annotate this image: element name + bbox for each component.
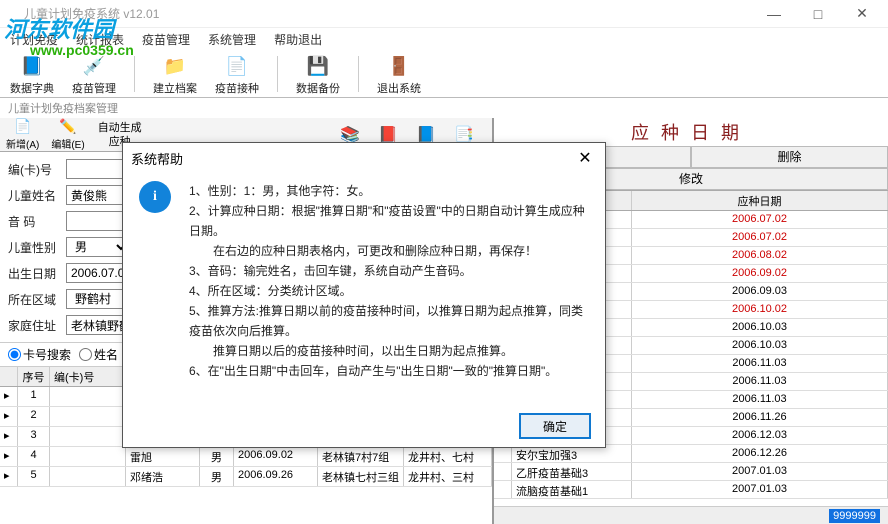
sched-del-button[interactable]: 删除 xyxy=(691,146,888,168)
dialog-text: 1、性别：1：男，其他字符：女。2、计算应种日期：根据"推算日期"和"疫苗设置"… xyxy=(189,181,589,397)
window-title: 儿童计划免疫系统 v12.01 xyxy=(4,5,752,22)
schedule-row[interactable]: 流脑疫苗基础12007.01.03 xyxy=(494,481,888,499)
tb-vaccinate[interactable]: 📄疫苗接种 xyxy=(211,54,263,96)
maximize-button[interactable]: □ xyxy=(796,0,840,28)
lbl-name: 儿童姓名 xyxy=(8,187,60,204)
table-row[interactable]: ▸4雷旭男2006.09.02老林镇7村7组龙井村、七村 xyxy=(0,447,492,467)
lbl-addr: 家庭住址 xyxy=(8,317,60,334)
table-row[interactable]: ▸5邓绪浩男2006.09.26老林镇七村三组龙井村、三村 xyxy=(0,467,492,487)
menu-help[interactable]: 帮助退出 xyxy=(270,29,326,50)
main-toolbar: 📘数据字典 💉疫苗管理 📁建立档案 📄疫苗接种 💾数据备份 🚪退出系统 xyxy=(0,50,888,98)
menu-bar: 计划免疫 统计报表 疫苗管理 系统管理 帮助退出 xyxy=(0,28,888,50)
folder-icon: 📁 xyxy=(163,54,187,78)
close-button[interactable]: ✕ xyxy=(840,0,884,28)
save-icon: 💾 xyxy=(306,54,330,78)
help-dialog: 系统帮助 ✕ i 1、性别：1：男，其他字符：女。2、计算应种日期：根据"推算日… xyxy=(122,142,606,448)
info-icon: i xyxy=(139,181,171,213)
minimize-button[interactable]: ― xyxy=(752,0,796,28)
lbl-sex: 儿童性别 xyxy=(8,239,60,256)
separator xyxy=(358,56,359,92)
tb-exit[interactable]: 🚪退出系统 xyxy=(373,54,425,96)
select-sex[interactable]: 男 xyxy=(66,237,130,257)
menu-plan[interactable]: 计划免疫 xyxy=(6,29,62,50)
status-bar: 9999999 xyxy=(494,506,888,524)
tb-data-dict[interactable]: 📘数据字典 xyxy=(6,54,58,96)
menu-system[interactable]: 系统管理 xyxy=(204,29,260,50)
tb-vaccine-mgmt[interactable]: 💉疫苗管理 xyxy=(68,54,120,96)
sub-title: 儿童计划免疫档案管理 xyxy=(0,98,888,118)
tb-create-file[interactable]: 📁建立档案 xyxy=(149,54,201,96)
tb-backup[interactable]: 💾数据备份 xyxy=(292,54,344,96)
doc-icon: 📄 xyxy=(225,54,249,78)
book-icon: 📘 xyxy=(20,54,44,78)
exit-icon: 🚪 xyxy=(387,54,411,78)
dialog-ok-button[interactable]: 确定 xyxy=(519,413,591,439)
lbl-area: 所在区域 xyxy=(8,291,60,308)
lbl-card: 编(卡)号 xyxy=(8,161,60,178)
radio-name-search[interactable]: 姓名 xyxy=(79,346,118,363)
menu-report[interactable]: 统计报表 xyxy=(72,29,128,50)
menu-vaccine[interactable]: 疫苗管理 xyxy=(138,29,194,50)
edit-icon: ✏️ xyxy=(59,118,76,135)
separator xyxy=(134,56,135,92)
radio-card-search[interactable]: 卡号搜索 xyxy=(8,346,71,363)
new-icon: 📄 xyxy=(14,118,31,135)
lbl-code: 音 码 xyxy=(8,213,60,230)
add-button[interactable]: 📄新增(A) xyxy=(0,116,45,153)
dialog-title: 系统帮助 xyxy=(131,149,573,168)
syringe-icon: 💉 xyxy=(82,54,106,78)
dialog-close-icon[interactable]: ✕ xyxy=(573,148,597,168)
lbl-birth: 出生日期 xyxy=(8,265,60,282)
schedule-row[interactable]: 乙肝疫苗基础32007.01.03 xyxy=(494,463,888,481)
edit-button[interactable]: ✏️编辑(E) xyxy=(45,116,90,153)
title-bar: 儿童计划免疫系统 v12.01 ― □ ✕ xyxy=(0,0,888,28)
separator xyxy=(277,56,278,92)
